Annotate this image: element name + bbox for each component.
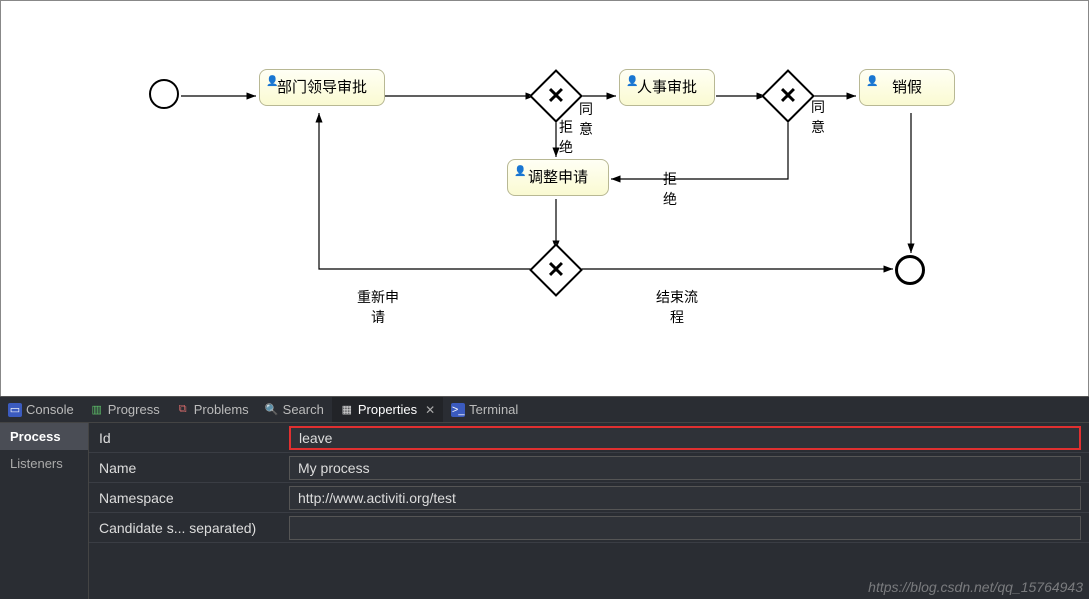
edge-label-agree-2: 同 意 — [811, 97, 825, 137]
close-icon[interactable]: ✕ — [425, 403, 435, 417]
progress-icon: ▥ — [90, 403, 104, 417]
tab-label: Console — [26, 402, 74, 417]
edge-label-reapply: 重新申 请 — [357, 287, 399, 327]
tab-problems[interactable]: ⧉ Problems — [168, 397, 257, 422]
start-event[interactable] — [149, 79, 179, 109]
bottom-panel: ▭ Console ▥ Progress ⧉ Problems 🔍 Search ▦ Pr… — [0, 396, 1089, 599]
propnav-process[interactable]: Process — [0, 423, 88, 450]
edge-label-reject-1: 拒 绝 — [559, 117, 573, 157]
task-cancel-leave[interactable]: 👤 销假 — [859, 69, 955, 106]
prop-label: Namespace — [89, 490, 289, 506]
terminal-icon: >_ — [451, 403, 465, 417]
prop-namespace-input[interactable] — [289, 486, 1081, 510]
edge-label-reject-2: 拒 绝 — [663, 169, 677, 209]
view-tabstrip: ▭ Console ▥ Progress ⧉ Problems 🔍 Search ▦ Pr… — [0, 397, 1089, 423]
edge-label-endflow: 结束流 程 — [656, 287, 698, 327]
task-dept-approve[interactable]: 👤 部门领导审批 — [259, 69, 385, 106]
diagram-edges — [1, 1, 1088, 396]
prop-row-candidate: Candidate s... separated) — [89, 513, 1089, 543]
tab-properties[interactable]: ▦ Properties ✕ — [332, 397, 443, 422]
diagram-canvas[interactable]: 👤 部门领导审批 ✕ 同 意 拒 绝 👤 人事审批 ✕ 同 意 拒 绝 👤 销假… — [1, 1, 1088, 396]
task-label: 销假 — [892, 79, 922, 96]
tab-label: Problems — [194, 402, 249, 417]
tab-search[interactable]: 🔍 Search — [257, 397, 332, 422]
user-task-icon: 👤 — [866, 76, 878, 87]
propnav-listeners[interactable]: Listeners — [0, 450, 88, 477]
prop-label: Id — [89, 430, 289, 446]
tab-label: Search — [283, 402, 324, 417]
prop-candidate-input[interactable] — [289, 516, 1081, 540]
watermark-text: https://blog.csdn.net/qq_15764943 — [868, 579, 1083, 595]
gateway-3[interactable]: ✕ — [529, 243, 583, 297]
user-task-icon: 👤 — [626, 76, 638, 87]
problems-icon: ⧉ — [176, 403, 190, 417]
gateway-2[interactable]: ✕ — [761, 69, 815, 123]
prop-id-input[interactable] — [289, 426, 1081, 450]
tab-label: Properties — [358, 402, 417, 417]
prop-row-namespace: Namespace — [89, 483, 1089, 513]
prop-row-id: Id — [89, 423, 1089, 453]
properties-nav: Process Listeners — [0, 423, 89, 599]
tab-label: Progress — [108, 402, 160, 417]
console-icon: ▭ — [8, 403, 22, 417]
prop-name-input[interactable] — [289, 456, 1081, 480]
task-adjust-request[interactable]: 👤 调整申请 — [507, 159, 609, 196]
prop-label: Candidate s... separated) — [89, 520, 289, 536]
prop-label: Name — [89, 460, 289, 476]
task-label: 部门领导审批 — [277, 79, 367, 96]
tab-console[interactable]: ▭ Console — [0, 397, 82, 422]
tab-label: Terminal — [469, 402, 518, 417]
tab-progress[interactable]: ▥ Progress — [82, 397, 168, 422]
end-event[interactable] — [895, 255, 925, 285]
tab-terminal[interactable]: >_ Terminal — [443, 397, 526, 422]
properties-fields: Id Name Namespace Candidate s... separat… — [89, 423, 1089, 599]
user-task-icon: 👤 — [514, 166, 526, 177]
search-icon: 🔍 — [265, 403, 279, 417]
user-task-icon: 👤 — [266, 76, 278, 87]
edge-label-agree-1: 同 意 — [579, 99, 593, 139]
task-hr-approve[interactable]: 👤 人事审批 — [619, 69, 715, 106]
task-label: 调整申请 — [528, 169, 588, 186]
gateway-1[interactable]: ✕ — [529, 69, 583, 123]
prop-row-name: Name — [89, 453, 1089, 483]
properties-grid: Process Listeners Id Name Namespace Cand… — [0, 423, 1089, 599]
properties-icon: ▦ — [340, 403, 354, 417]
task-label: 人事审批 — [637, 79, 697, 96]
